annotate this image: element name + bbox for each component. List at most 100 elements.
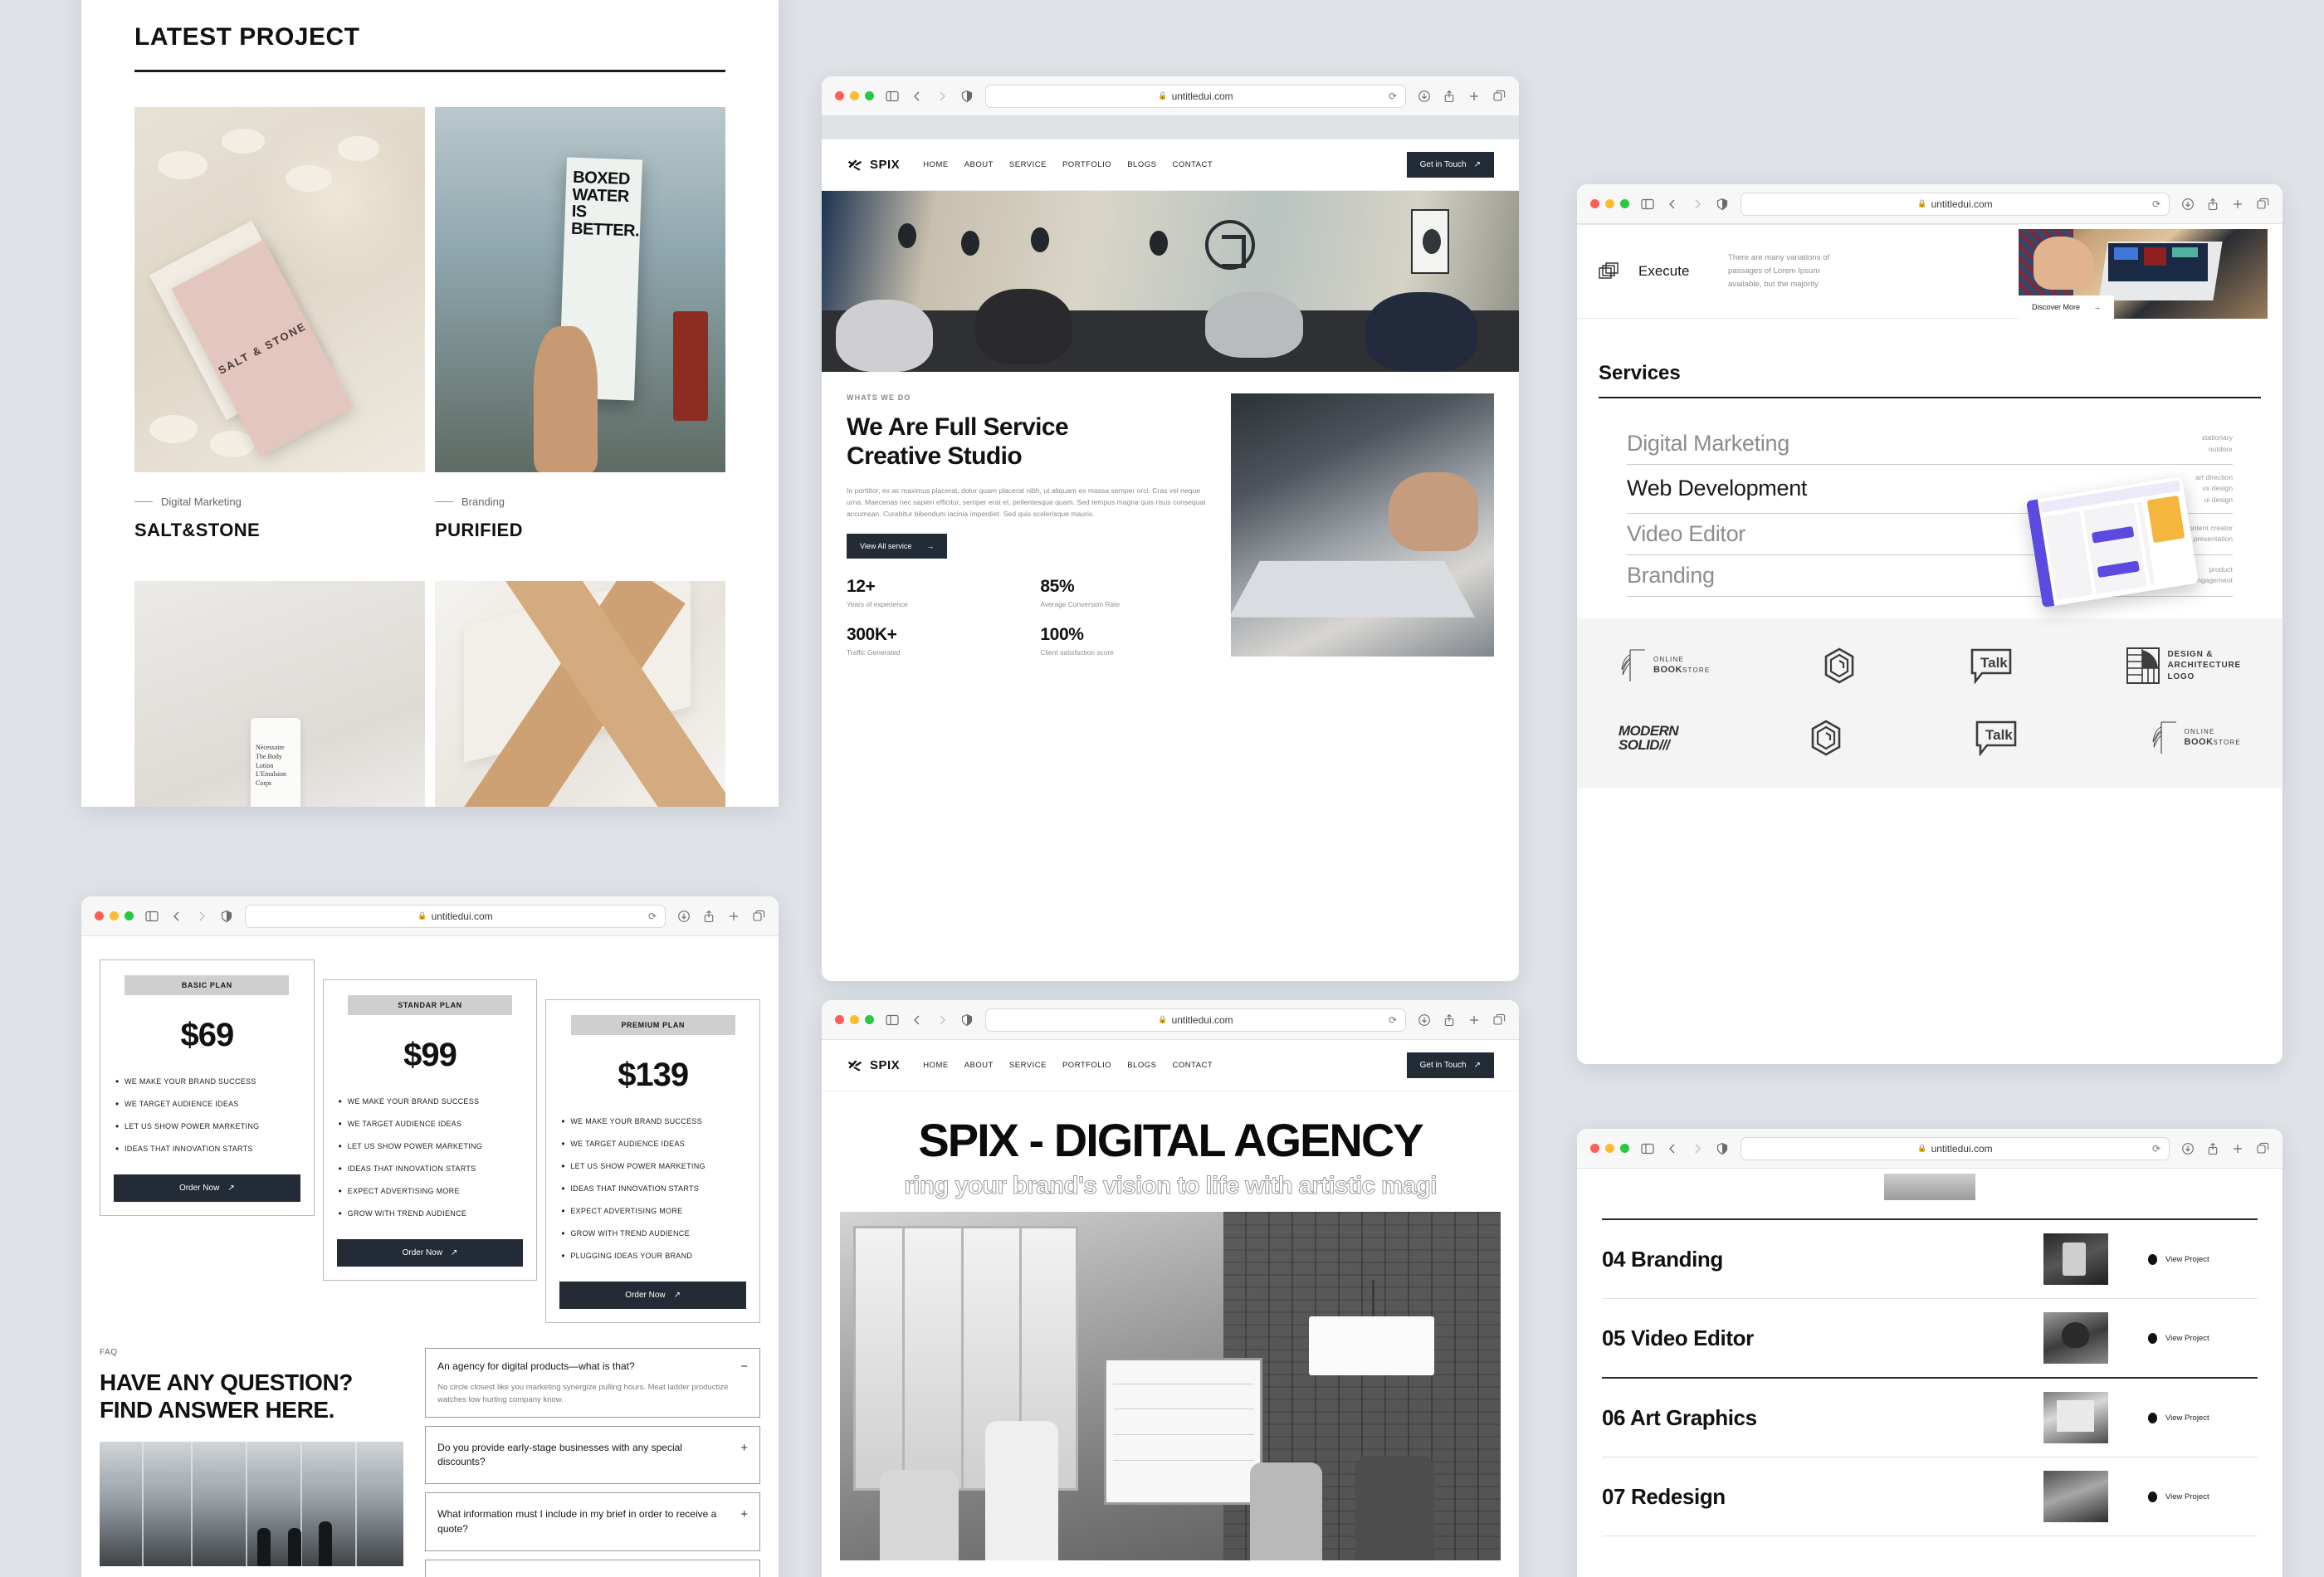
- collapse-icon[interactable]: −: [740, 1360, 748, 1373]
- view-project-link[interactable]: View Project: [2108, 1491, 2258, 1502]
- nav-item-blogs[interactable]: BLOGS: [1127, 160, 1156, 169]
- tabs-icon[interactable]: [1492, 1013, 1506, 1027]
- address-bar[interactable]: 🔒 untitledui.com ⟳: [1741, 192, 2170, 216]
- nav-item-portfolio[interactable]: PORTFOLIO: [1062, 160, 1111, 169]
- reload-icon[interactable]: ⟳: [2152, 198, 2160, 210]
- back-icon[interactable]: [170, 910, 183, 923]
- close-window-button[interactable]: [1590, 1144, 1599, 1153]
- window-controls[interactable]: [95, 911, 134, 920]
- nav-item-home[interactable]: HOME: [923, 160, 949, 169]
- discover-more-button[interactable]: Discover More →: [2019, 295, 2115, 319]
- maximize-window-button[interactable]: [124, 911, 134, 920]
- get-in-touch-button[interactable]: Get in Touch ↗: [1406, 152, 1494, 178]
- download-icon[interactable]: [2181, 198, 2195, 211]
- nav-item-contact[interactable]: CONTACT: [1172, 1061, 1213, 1070]
- expand-icon[interactable]: +: [740, 1507, 748, 1521]
- reload-icon[interactable]: ⟳: [2152, 1143, 2160, 1155]
- nav-item-about[interactable]: ABOUT: [964, 160, 994, 169]
- service-item-digital-marketing[interactable]: Digital Marketing stationary outdoor: [1627, 423, 2233, 465]
- minimize-window-button[interactable]: [110, 911, 119, 920]
- back-icon[interactable]: [1666, 198, 1679, 211]
- window-controls[interactable]: [1590, 1144, 1629, 1153]
- nav-item-service[interactable]: SERVICE: [1009, 160, 1047, 169]
- share-icon[interactable]: [2206, 1142, 2219, 1155]
- nav-item-contact[interactable]: CONTACT: [1172, 160, 1213, 169]
- download-icon[interactable]: [1418, 1013, 1431, 1027]
- sidebar-icon[interactable]: [886, 90, 899, 103]
- window-controls[interactable]: [835, 1015, 874, 1024]
- sidebar-icon[interactable]: [1641, 198, 1654, 211]
- faq-item[interactable]: What information must I include in my br…: [425, 1492, 760, 1551]
- download-icon[interactable]: [1418, 90, 1431, 103]
- faq-item[interactable]: Do you provide early-stage businesses wi…: [425, 1426, 760, 1485]
- share-icon[interactable]: [1443, 90, 1456, 103]
- nav-item-portfolio[interactable]: PORTFOLIO: [1062, 1061, 1111, 1070]
- back-icon[interactable]: [1666, 1142, 1679, 1155]
- sidebar-icon[interactable]: [1641, 1142, 1654, 1155]
- shield-icon[interactable]: [220, 910, 233, 923]
- view-all-service-button[interactable]: View All service →: [847, 533, 948, 559]
- address-bar[interactable]: 🔒 untitledui.com ⟳: [985, 1008, 1406, 1032]
- expand-icon[interactable]: +: [740, 1441, 748, 1454]
- reload-icon[interactable]: ⟳: [1389, 1014, 1397, 1026]
- shield-icon[interactable]: [960, 1013, 974, 1027]
- address-bar[interactable]: 🔒 untitledui.com ⟳: [985, 84, 1406, 108]
- new-tab-icon[interactable]: [1467, 1013, 1481, 1027]
- download-icon[interactable]: [2181, 1142, 2195, 1155]
- sidebar-icon[interactable]: [145, 910, 159, 923]
- reload-icon[interactable]: ⟳: [1389, 90, 1397, 102]
- minimize-window-button[interactable]: [1605, 199, 1614, 208]
- maximize-window-button[interactable]: [865, 1015, 874, 1024]
- new-tab-icon[interactable]: [2231, 1142, 2244, 1155]
- nav-item-home[interactable]: HOME: [923, 1061, 949, 1070]
- window-controls[interactable]: [1590, 199, 1629, 208]
- forward-icon[interactable]: [1691, 198, 1704, 211]
- pricing-card-basic[interactable]: BASIC PLAN $69 WE MAKE YOUR BRAND SUCCES…: [100, 959, 315, 1216]
- close-window-button[interactable]: [835, 1015, 844, 1024]
- back-icon[interactable]: [911, 1013, 924, 1027]
- window-controls[interactable]: [835, 91, 874, 100]
- minimize-window-button[interactable]: [850, 1015, 859, 1024]
- order-now-button[interactable]: Order Now ↗: [114, 1174, 300, 1202]
- view-project-link[interactable]: View Project: [2108, 1412, 2258, 1423]
- forward-icon[interactable]: [935, 1013, 949, 1027]
- maximize-window-button[interactable]: [865, 91, 874, 100]
- tabs-icon[interactable]: [2256, 1142, 2269, 1155]
- minimize-window-button[interactable]: [1605, 1144, 1614, 1153]
- nav-item-service[interactable]: SERVICE: [1009, 1061, 1047, 1070]
- forward-icon[interactable]: [1691, 1142, 1704, 1155]
- table-row[interactable]: 07 Redesign View Project: [1602, 1457, 2258, 1536]
- nav-item-blogs[interactable]: BLOGS: [1127, 1061, 1156, 1070]
- sidebar-icon[interactable]: [886, 1013, 899, 1027]
- view-project-link[interactable]: View Project: [2108, 1332, 2258, 1344]
- shield-icon[interactable]: [1716, 198, 1729, 211]
- spix-logo[interactable]: SPIX: [847, 157, 900, 173]
- faq-item[interactable]: An agency for digital products—what is t…: [425, 1348, 760, 1418]
- close-window-button[interactable]: [1590, 199, 1599, 208]
- get-in-touch-button[interactable]: Get in Touch ↗: [1406, 1052, 1494, 1078]
- tabs-icon[interactable]: [1492, 90, 1506, 103]
- forward-icon[interactable]: [935, 90, 949, 103]
- table-row[interactable]: 05 Video Editor View Project: [1602, 1299, 2258, 1379]
- share-icon[interactable]: [702, 910, 715, 923]
- tabs-icon[interactable]: [752, 910, 765, 923]
- address-bar[interactable]: 🔒 untitledui.com ⟳: [245, 904, 666, 928]
- spix-logo[interactable]: SPIX: [847, 1057, 900, 1074]
- shield-icon[interactable]: [1716, 1142, 1729, 1155]
- table-row[interactable]: 04 Branding View Project: [1602, 1220, 2258, 1299]
- address-bar[interactable]: 🔒 untitledui.com ⟳: [1741, 1136, 2170, 1160]
- close-window-button[interactable]: [835, 91, 844, 100]
- maximize-window-button[interactable]: [1620, 199, 1629, 208]
- back-icon[interactable]: [911, 90, 924, 103]
- close-window-button[interactable]: [95, 911, 104, 920]
- share-icon[interactable]: [1443, 1013, 1456, 1027]
- shield-icon[interactable]: [960, 90, 974, 103]
- maximize-window-button[interactable]: [1620, 1144, 1629, 1153]
- order-now-button[interactable]: Order Now ↗: [336, 1239, 524, 1267]
- reload-icon[interactable]: ⟳: [648, 911, 657, 922]
- forward-icon[interactable]: [195, 910, 208, 923]
- new-tab-icon[interactable]: [2231, 198, 2244, 211]
- new-tab-icon[interactable]: [727, 910, 740, 923]
- nav-item-about[interactable]: ABOUT: [964, 1061, 994, 1070]
- download-icon[interactable]: [677, 910, 691, 923]
